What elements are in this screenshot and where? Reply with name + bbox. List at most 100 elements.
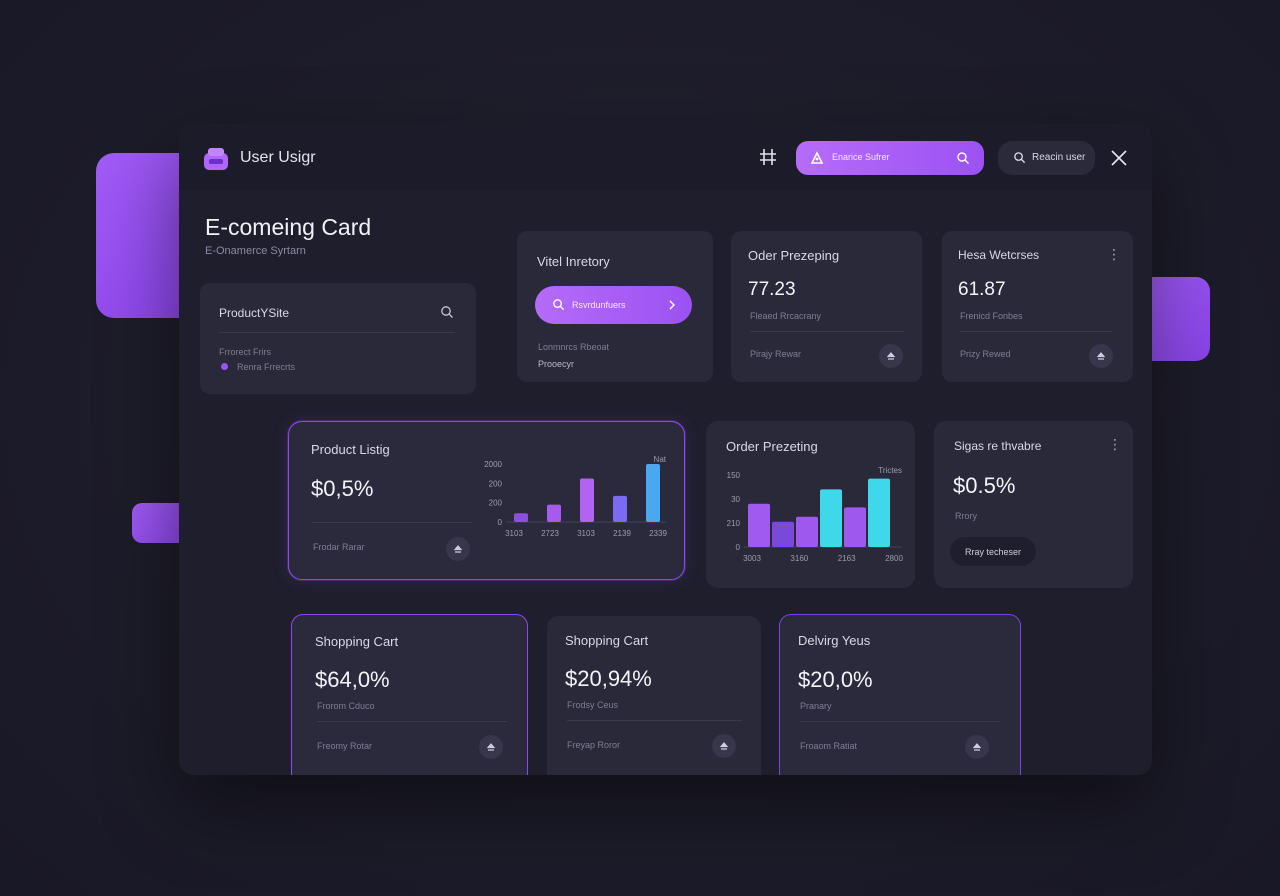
upload-icon xyxy=(719,742,729,750)
app-title: User Usigr xyxy=(240,149,316,166)
chart-bar xyxy=(844,507,866,547)
delivery-title: Delvirg Yeus xyxy=(798,633,871,648)
shopping-cart-card: Shopping Cart $20,94% Frodsy Ceus Freyap… xyxy=(547,616,761,775)
shopping-cart-title: Shopping Cart xyxy=(565,633,649,648)
delivery-value: $20,0% xyxy=(798,667,873,692)
product-site-card: ProductYSite Frrorect Frirs Renra Frrecr… xyxy=(200,283,476,394)
hesa-footer: Prizy Rewed xyxy=(960,349,1011,359)
upload-button[interactable] xyxy=(479,735,503,759)
shopping-cart-caption: Frorom Cduco xyxy=(317,701,375,711)
y-tick-label: 30 xyxy=(731,495,740,504)
hesa-caption: Frenicd Fonbes xyxy=(960,311,1023,321)
chart-bar xyxy=(514,513,528,522)
shopping-cart-footer: Freomy Rotar xyxy=(317,741,373,751)
product-site-label: ProductYSite xyxy=(219,306,290,320)
upload-icon xyxy=(486,743,496,751)
upload-icon xyxy=(1096,352,1106,360)
chart-bar xyxy=(748,503,770,547)
sigas-action-button[interactable]: Rray techeser xyxy=(950,537,1036,566)
page-subtitle: E-Onamerce Syrtarn xyxy=(205,245,306,257)
app-window: User Usigr Enarice Sufrer Reacin user E-… xyxy=(179,124,1152,775)
y-tick-label: 0 xyxy=(498,518,503,527)
x-tick-label: 2163 xyxy=(838,554,856,563)
more-icon[interactable]: ⋮ xyxy=(1107,247,1121,261)
search-icon xyxy=(1014,152,1026,164)
x-tick-label: 3103 xyxy=(505,529,523,538)
divider xyxy=(312,522,472,523)
vitel-inventory-card: Vitel Inretory Rsvrdunfuers Lonmnrcs Rbe… xyxy=(517,231,713,382)
x-tick-label: 3003 xyxy=(743,554,761,563)
sigas-caption: Rrory xyxy=(955,511,977,521)
order-processing-footer: Pirajy Rewar xyxy=(750,349,802,359)
product-site-line: Renra Frrecrts xyxy=(237,362,296,372)
vitel-inventory-title: Vitel Inretory xyxy=(537,254,610,269)
product-listing-title: Product Listig xyxy=(311,442,390,457)
divider xyxy=(750,331,904,332)
upload-button[interactable] xyxy=(712,734,736,758)
close-icon[interactable] xyxy=(1110,149,1128,167)
product-listing-chart: 20002002000Nat3103 2723 3103 2139 2339 xyxy=(484,455,667,538)
chevron-right-icon xyxy=(669,300,675,310)
chart-bar xyxy=(796,516,818,547)
x-tick-label: 2139 xyxy=(613,529,631,538)
chart-bar xyxy=(772,521,794,547)
search-icon xyxy=(553,299,565,311)
x-tick-label: 2339 xyxy=(649,529,667,538)
grid-icon[interactable] xyxy=(757,146,779,168)
search-pill-button[interactable]: Enarice Sufrer xyxy=(796,141,984,175)
delivery-caption: Pranary xyxy=(800,701,832,711)
reach-user-label: Reacin user xyxy=(1032,152,1086,163)
upload-button[interactable] xyxy=(1089,344,1113,368)
order-processing-chart-card: Order Prezeting 150 30 210 0 Trictes 3003 3160… xyxy=(706,421,915,588)
vitel-line: Prooecyr xyxy=(538,359,575,369)
search-icon xyxy=(957,152,969,164)
divider xyxy=(800,721,1000,722)
order-processing-title: Oder Prezeping xyxy=(748,248,840,263)
vitel-action-button[interactable]: Rsvrdunfuers xyxy=(535,286,692,324)
user-icon xyxy=(810,151,824,164)
order-processing-card: Oder Prezeping 77.23 Fleaed Rrcacrany Pi… xyxy=(731,231,922,382)
legend-label: Trictes xyxy=(878,466,902,475)
chart-bar xyxy=(646,464,660,522)
order-processing-value: 77.23 xyxy=(748,279,796,300)
upload-icon xyxy=(972,743,982,751)
upload-button[interactable] xyxy=(446,537,470,561)
delivery-card: Delvirg Yeus $20,0% Pranary Froaom Ratia… xyxy=(779,614,1021,775)
shopping-cart-value: $20,94% xyxy=(565,666,652,691)
product-listing-card: Product Listig $0,5% Frodar Rarar 2000 20… xyxy=(288,421,685,580)
hesa-value: 61.87 xyxy=(958,279,1006,300)
divider xyxy=(317,721,507,722)
search-icon[interactable] xyxy=(440,305,454,319)
y-tick-label: 0 xyxy=(736,543,741,552)
shopping-cart-caption: Frodsy Ceus xyxy=(567,700,619,710)
y-tick-label: 200 xyxy=(489,499,503,508)
more-icon[interactable]: ⋮ xyxy=(1108,437,1122,451)
reach-user-button[interactable]: Reacin user xyxy=(998,141,1095,175)
order-processing-chart-title: Order Prezeting xyxy=(726,439,818,454)
upload-icon xyxy=(886,352,896,360)
shopping-cart-footer: Freyap Roror xyxy=(567,740,621,750)
divider xyxy=(960,331,1112,332)
divider xyxy=(567,720,742,721)
vitel-action-label: Rsvrdunfuers xyxy=(572,300,626,310)
product-listing-value: $0,5% xyxy=(311,476,374,501)
y-tick-label: 200 xyxy=(489,479,503,488)
upload-button[interactable] xyxy=(965,735,989,759)
x-tick-label: 3103 xyxy=(577,529,595,538)
delivery-footer: Froaom Ratiat xyxy=(800,741,858,751)
upload-icon xyxy=(453,545,463,553)
legend-label: Nat xyxy=(654,455,667,464)
divider xyxy=(219,332,455,333)
chart-bar xyxy=(580,478,594,522)
order-processing-caption: Fleaed Rrcacrany xyxy=(750,311,822,321)
y-tick-label: 2000 xyxy=(484,460,502,469)
app-logo-icon xyxy=(203,147,229,171)
sigas-value: $0.5% xyxy=(953,473,1016,498)
shopping-cart-card: Shopping Cart $64,0% Frorom Cduco Freomy… xyxy=(291,614,528,775)
order-processing-chart: 150 30 210 0 Trictes 3003 3160 2163 2800 xyxy=(727,466,904,563)
shopping-cart-title: Shopping Cart xyxy=(315,634,399,649)
upload-button[interactable] xyxy=(879,344,903,368)
status-dot-icon xyxy=(221,363,228,370)
search-pill-text: Enarice Sufrer xyxy=(832,152,890,162)
chart-bar xyxy=(868,478,890,547)
